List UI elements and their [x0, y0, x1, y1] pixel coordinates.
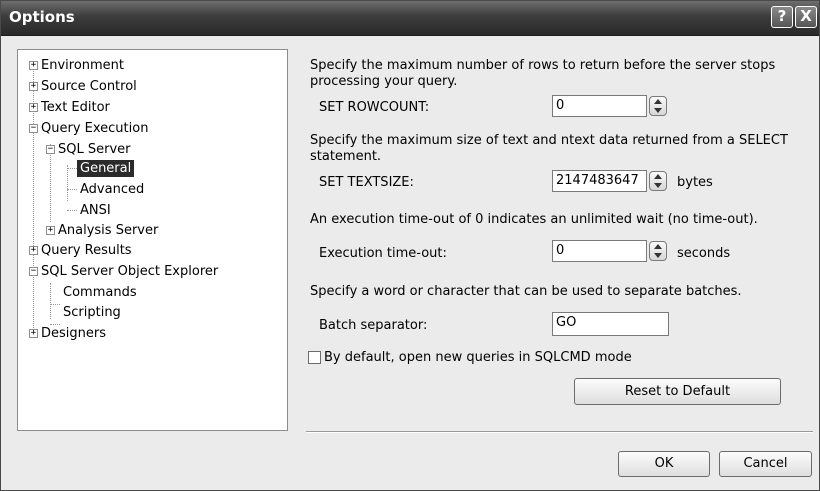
- tree-item-analysis-server[interactable]: Analysis Server: [58, 222, 158, 239]
- tree-item-query-results[interactable]: Query Results: [41, 242, 132, 259]
- timeout-description: An execution time-out of 0 indicates an …: [310, 212, 758, 227]
- reset-to-default-button[interactable]: Reset to Default: [574, 378, 781, 405]
- tree-connector: [67, 168, 77, 169]
- tree-connector-sql-server: [67, 165, 68, 201]
- tree-connector-object-explorer: [50, 283, 51, 319]
- timeout-spinner[interactable]: [649, 241, 667, 261]
- rowcount-description: Specify the maximum number of rows to re…: [310, 58, 776, 89]
- tree-item-ansi[interactable]: ANSI: [80, 202, 111, 219]
- close-button[interactable]: X: [795, 6, 817, 28]
- close-icon: X: [800, 7, 812, 25]
- ok-button[interactable]: OK: [618, 451, 710, 477]
- help-icon: ?: [777, 7, 787, 25]
- textsize-spinner[interactable]: [649, 171, 667, 191]
- tree-connector: [50, 304, 60, 305]
- textsize-unit: bytes: [677, 175, 713, 190]
- tree-connector-query-execution: [50, 144, 51, 222]
- options-tree[interactable]: + Environment + Source Control + Text Ed…: [17, 49, 288, 431]
- textsize-label: SET TEXTSIZE:: [319, 175, 414, 190]
- dialog-title: Options: [9, 8, 75, 26]
- tree-item-general[interactable]: General: [77, 160, 135, 177]
- tree-item-designers[interactable]: Designers: [41, 325, 106, 342]
- tree-item-sql-server[interactable]: SQL Server: [58, 141, 131, 158]
- batch-label: Batch separator:: [319, 318, 428, 333]
- timeout-label: Execution time-out:: [319, 246, 447, 261]
- batch-separator-input[interactable]: GO: [552, 312, 669, 336]
- collapse-icon[interactable]: −: [29, 124, 38, 133]
- tree-item-text-editor[interactable]: Text Editor: [41, 99, 110, 116]
- collapse-icon[interactable]: −: [29, 267, 38, 276]
- rowcount-input[interactable]: 0: [552, 95, 647, 117]
- tree-connector: [67, 189, 77, 190]
- tree-item-commands[interactable]: Commands: [63, 284, 137, 301]
- timeout-unit: seconds: [677, 246, 731, 261]
- expand-icon[interactable]: +: [29, 61, 38, 70]
- tree-item-source-control[interactable]: Source Control: [41, 78, 137, 95]
- expand-icon[interactable]: +: [29, 103, 38, 112]
- tree-item-environment[interactable]: Environment: [41, 57, 124, 74]
- textsize-description: Specify the maximum size of text and nte…: [310, 133, 788, 164]
- cancel-button[interactable]: Cancel: [719, 451, 812, 477]
- expand-icon[interactable]: +: [29, 329, 38, 338]
- tree-item-object-explorer[interactable]: SQL Server Object Explorer: [41, 263, 218, 280]
- title-bar: Options ? X: [1, 1, 819, 36]
- tree-item-query-execution[interactable]: Query Execution: [41, 120, 148, 137]
- options-dialog: Options ? X + Environment + Source Contr…: [0, 0, 820, 491]
- expand-icon[interactable]: +: [29, 246, 38, 255]
- expand-icon[interactable]: +: [29, 82, 38, 91]
- tree-item-scripting[interactable]: Scripting: [63, 304, 121, 321]
- timeout-input[interactable]: 0: [552, 240, 647, 262]
- tree-connector: [67, 210, 77, 211]
- sqlcmd-checkbox[interactable]: [308, 351, 321, 364]
- sqlcmd-label[interactable]: By default, open new queries in SQLCMD m…: [324, 350, 632, 365]
- textsize-input[interactable]: 2147483647: [552, 170, 647, 192]
- tree-item-advanced[interactable]: Advanced: [80, 181, 144, 198]
- expand-icon[interactable]: +: [46, 226, 55, 235]
- footer-divider: [306, 431, 813, 433]
- help-button[interactable]: ?: [771, 6, 793, 28]
- rowcount-label: SET ROWCOUNT:: [319, 100, 430, 115]
- batch-description: Specify a word or character that can be …: [310, 284, 742, 299]
- collapse-icon[interactable]: −: [46, 145, 55, 154]
- rowcount-spinner[interactable]: [649, 96, 667, 116]
